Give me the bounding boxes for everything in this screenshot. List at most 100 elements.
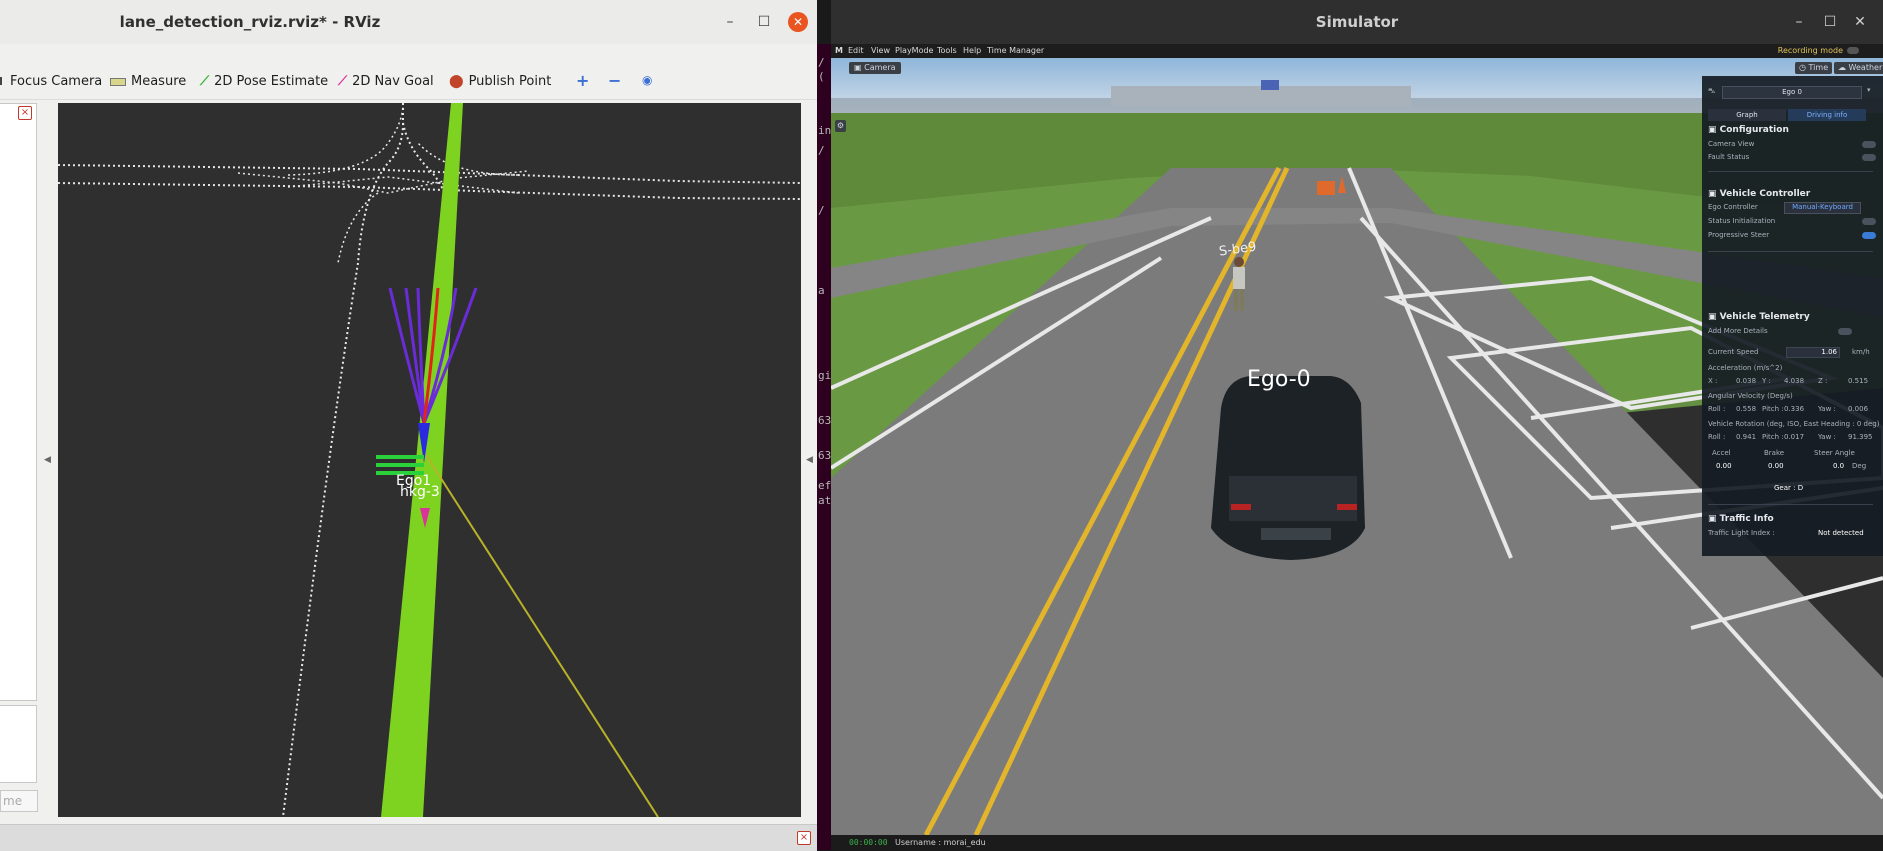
angular-velocity-label: Angular Velocity (Deg/s): [1708, 392, 1793, 400]
vehicle-rotation-label: Vehicle Rotation (deg, ISO, East Heading…: [1708, 420, 1880, 428]
vehicle-select[interactable]: Ego 0: [1722, 86, 1862, 99]
green-lane-path: [381, 103, 463, 817]
menu-playmode[interactable]: PlayMode: [895, 46, 933, 55]
focus-camera-icon: [0, 77, 6, 85]
add-more-details-label: Add More Details: [1708, 327, 1768, 335]
terminal-text: 63: [818, 449, 831, 462]
chevron-down-icon[interactable]: ▾: [1867, 86, 1871, 94]
av-pitch-value: 0.336: [1784, 405, 1805, 413]
vr-yaw-label: Yaw :: [1818, 433, 1836, 441]
steer-unit: Deg: [1852, 462, 1867, 470]
remove-tool-button[interactable]: −: [608, 71, 621, 90]
time-button[interactable]: ◷ Time: [1795, 62, 1833, 74]
maximize-button[interactable]: ☐: [1820, 12, 1840, 32]
close-bottom-panel-icon[interactable]: ×: [797, 831, 811, 845]
av-roll-value: 0.558: [1736, 405, 1757, 413]
traffic-light-index-label: Traffic Light Index :: [1708, 529, 1775, 537]
pose-estimate-label: 2D Pose Estimate: [214, 74, 329, 89]
configuration-title: Configuration: [1719, 125, 1789, 135]
add-more-details-toggle[interactable]: [1838, 328, 1852, 335]
close-button[interactable]: ✕: [788, 12, 808, 32]
menu-help[interactable]: Help: [963, 46, 981, 55]
rviz-bottom-bar: ×: [0, 824, 817, 851]
views-panel[interactable]: [0, 705, 37, 783]
rviz-window: lane_detection_rviz.rviz* - RViz – ☐ ✕ F…: [0, 0, 817, 851]
publish-point-label: Publish Point: [468, 74, 552, 89]
panel-tabs: Graph Driving info: [1708, 109, 1868, 121]
camera-view-label: Camera View: [1708, 140, 1755, 148]
acc-x-label: X :: [1708, 377, 1718, 385]
displays-panel[interactable]: [0, 103, 37, 701]
status-initialization-toggle[interactable]: [1862, 218, 1876, 225]
simulator-window-title: Simulator: [1315, 13, 1399, 31]
settings-button[interactable]: ⚙: [835, 120, 846, 132]
close-panel-icon[interactable]: ×: [18, 106, 32, 120]
menu-tools[interactable]: Tools: [937, 46, 957, 55]
vehicle-telemetry-title: Vehicle Telemetry: [1719, 312, 1810, 322]
camera-view-toggle[interactable]: [1862, 141, 1876, 148]
progressive-steer-toggle[interactable]: [1862, 232, 1876, 239]
menu-time-manager[interactable]: Time Manager: [987, 46, 1044, 55]
eye-icon[interactable]: ◉: [642, 73, 652, 87]
lane-line: [337, 192, 379, 264]
status-initialization-label: Status Initialization: [1708, 217, 1776, 225]
3d-viewport[interactable]: Ego1 hkg-3: [58, 103, 801, 817]
fault-status-toggle[interactable]: [1862, 154, 1876, 161]
minimize-button[interactable]: –: [720, 12, 740, 32]
fault-status-label: Fault Status: [1708, 153, 1750, 161]
terminal-text: in: [818, 124, 831, 137]
current-speed-value: 1.06: [1786, 347, 1840, 358]
simulator-window: Simulator – ☐ ✕ M Edit View PlayMode Too…: [831, 0, 1883, 850]
current-speed-unit: km/h: [1852, 348, 1870, 356]
menu-edit[interactable]: Edit: [848, 46, 864, 55]
ego-controller-select[interactable]: Manual-Keyboard: [1784, 202, 1861, 214]
gear-indicator: Gear : D: [1774, 484, 1804, 492]
nav-goal-label: 2D Nav Goal: [352, 74, 434, 89]
name-field[interactable]: me: [0, 790, 38, 812]
tab-graph[interactable]: Graph: [1708, 109, 1786, 121]
terminal-text: 63: [818, 414, 831, 427]
nav-goal-tool[interactable]: ⟋ 2D Nav Goal: [338, 74, 434, 89]
terminal-text: /: [818, 144, 825, 157]
app-menu-logo[interactable]: M: [835, 46, 843, 55]
vehicle-controller-title: Vehicle Controller: [1719, 189, 1811, 199]
menu-view[interactable]: View: [871, 46, 890, 55]
traffic-light-index-value: Not detected: [1818, 529, 1864, 537]
maximize-button[interactable]: ☐: [754, 12, 774, 32]
publish-point-tool[interactable]: ⬤ Publish Point: [449, 74, 551, 89]
terminal-text: /: [818, 56, 825, 69]
camera-button[interactable]: ▣ Camera: [849, 62, 901, 74]
simulation-view[interactable]: Ego-0 S-be9 ⚙ ▣ Camera ◷ Time ☁ Weather …: [831, 58, 1883, 835]
focus-camera-tool[interactable]: Focus Camera: [0, 74, 102, 89]
terminal-window[interactable]: / ( in / / a gi 63 63 ef at: [817, 44, 831, 850]
configuration-header[interactable]: ▣ Configuration: [1708, 125, 1789, 135]
measure-tool[interactable]: Measure: [110, 74, 186, 89]
recording-mode-toggle[interactable]: [1847, 47, 1859, 54]
lane-overlay-text: hkg-3: [400, 484, 440, 500]
terminal-text: gi: [818, 369, 831, 382]
collapse-left-icon[interactable]: ◀: [44, 455, 51, 465]
ego-vehicle-label: Ego-0: [1247, 367, 1311, 392]
camera-button-label: Camera: [864, 63, 896, 72]
divider: [1708, 504, 1873, 505]
collapse-right-icon[interactable]: ◀: [806, 455, 813, 465]
close-button[interactable]: ✕: [1850, 12, 1870, 32]
vr-pitch-label: Pitch :: [1762, 433, 1784, 441]
terminal-text: a: [818, 284, 825, 297]
av-pitch-label: Pitch :: [1762, 405, 1784, 413]
simulator-titlebar[interactable]: Simulator – ☐ ✕: [831, 0, 1883, 44]
accel-value: 0.00: [1716, 462, 1732, 470]
focus-camera-label: Focus Camera: [10, 74, 103, 89]
vehicle-controller-header[interactable]: ▣ Vehicle Controller: [1708, 189, 1810, 199]
av-yaw-label: Yaw :: [1818, 405, 1836, 413]
terminal-text: at: [818, 494, 831, 507]
vehicle-telemetry-header[interactable]: ▣ Vehicle Telemetry: [1708, 312, 1810, 322]
add-tool-button[interactable]: +: [576, 71, 589, 90]
pose-estimate-tool[interactable]: ⟋ 2D Pose Estimate: [200, 74, 328, 89]
weather-button[interactable]: ☁ Weather: [1834, 62, 1883, 74]
acc-x-value: 0.038: [1736, 377, 1757, 385]
tab-driving-info[interactable]: Driving info: [1788, 109, 1866, 121]
traffic-info-header[interactable]: ▣ Traffic Info: [1708, 514, 1774, 524]
minimize-button[interactable]: –: [1789, 12, 1809, 32]
rviz-titlebar[interactable]: lane_detection_rviz.rviz* - RViz – ☐ ✕: [0, 0, 817, 45]
